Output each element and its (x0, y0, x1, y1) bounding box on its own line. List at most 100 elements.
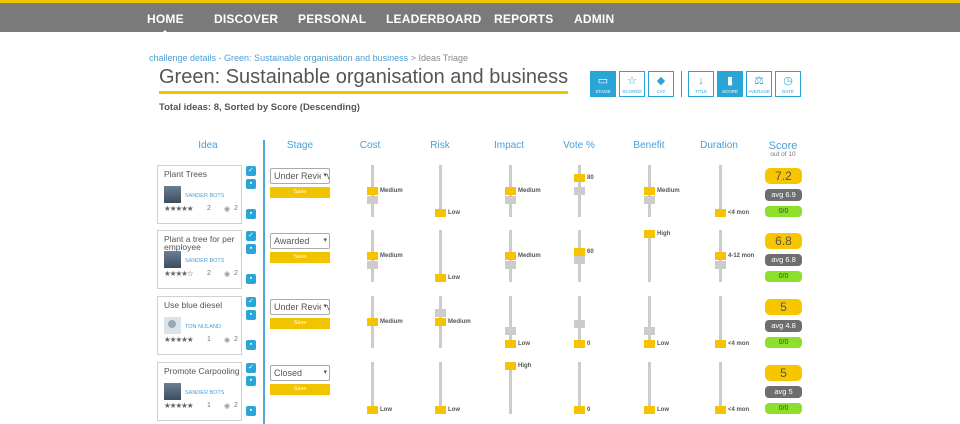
impact-average-marker (505, 260, 516, 269)
vote-slider-handle[interactable] (574, 247, 585, 256)
nav-discover[interactable]: DISCOVER (214, 12, 278, 26)
impact-value-label: Medium (518, 253, 541, 259)
sort-score-button[interactable]: ▮ SCORE (717, 71, 743, 97)
cost-slider-handle[interactable] (367, 318, 378, 326)
save-stage-button[interactable]: Save (270, 318, 330, 329)
risk-slider-handle[interactable] (435, 318, 446, 326)
sort-date-button[interactable]: ◷ DATE (775, 71, 801, 97)
nav-reports[interactable]: REPORTS (494, 12, 553, 26)
risk-value-label: Low (448, 275, 460, 281)
risk-slider-handle[interactable] (435, 209, 446, 217)
sort-stage-button[interactable]: ▭ STAGE (590, 71, 616, 97)
impact-slider-handle[interactable] (505, 340, 516, 348)
cost-average-marker (367, 260, 378, 269)
impact-slider-handle[interactable] (505, 362, 516, 370)
view-count: 2 (234, 205, 238, 212)
stage-select[interactable]: Under Review ▾ (270, 299, 330, 315)
benefit-slider-handle[interactable] (644, 340, 655, 348)
rating-count: 2 (207, 270, 211, 277)
benefit-slider-handle[interactable] (644, 187, 655, 195)
sort-title-button[interactable]: ↓ TITLE (688, 71, 714, 97)
save-stage-button[interactable]: Save (270, 384, 330, 395)
select-checkbox-icon[interactable]: ✓ (246, 363, 256, 373)
rating-count: 1 (207, 336, 211, 343)
comment-icon[interactable]: ▪ (246, 376, 256, 386)
select-checkbox-icon[interactable]: ✓ (246, 297, 256, 307)
benefit-value-label: Medium (657, 188, 680, 194)
stage-select[interactable]: Closed ▾ (270, 365, 330, 381)
star-rating: ★★★★★ (164, 401, 194, 410)
chat-icon[interactable]: ▪ (246, 209, 256, 219)
stage-select[interactable]: Under Review ▾ (270, 168, 330, 184)
chat-icon[interactable]: ▪ (246, 406, 256, 416)
idea-card[interactable]: Use blue diesel TON NIJLAND ★★★★★ 1 ◉ 2 (157, 296, 242, 355)
author-name[interactable]: TON NIJLAND (185, 324, 221, 330)
save-stage-button[interactable]: Save (270, 187, 330, 198)
col-header-cost: Cost (359, 140, 381, 151)
avatar (164, 317, 181, 334)
vote-average-marker (574, 320, 585, 329)
eye-icon: ◉ (224, 403, 231, 410)
duration-average-marker (715, 260, 726, 269)
sort-cat-button[interactable]: ◆ CAT (648, 71, 674, 97)
sort-average-button[interactable]: ⚖ AVERAGE (746, 71, 772, 97)
select-checkbox-icon[interactable]: ✓ (246, 231, 256, 241)
cost-slider-handle[interactable] (367, 406, 378, 414)
cost-average-marker (367, 195, 378, 204)
nav-personal[interactable]: PERSONAL (298, 12, 366, 26)
nav-home[interactable]: HOME (147, 12, 184, 37)
star-rating: ★★★★★ (164, 204, 194, 213)
risk-slider-handle[interactable] (435, 406, 446, 414)
risk-slider-handle[interactable] (435, 274, 446, 282)
vote-slider-handle[interactable] (574, 406, 585, 414)
impact-slider-handle[interactable] (505, 252, 516, 260)
avatar (164, 186, 181, 203)
cost-slider-handle[interactable] (367, 252, 378, 260)
sort-scored-button[interactable]: ☆ SCORED (619, 71, 645, 97)
breadcrumb-challenge-link[interactable]: challenge details - Green: Sustainable o… (149, 53, 408, 63)
stage-value: Awarded (274, 236, 310, 246)
nav-admin[interactable]: ADMIN (574, 12, 614, 26)
save-stage-button[interactable]: Save (270, 252, 330, 263)
idea-title[interactable]: Plant Trees (164, 170, 240, 179)
cost-value-label: Medium (380, 319, 403, 325)
duration-slider-handle[interactable] (715, 340, 726, 348)
vote-count-badge: 0/0 (765, 206, 802, 217)
benefit-slider-handle[interactable] (644, 230, 655, 238)
duration-slider-handle[interactable] (715, 252, 726, 260)
stage-select[interactable]: Awarded ▾ (270, 233, 330, 249)
vote-value-label: 80 (587, 174, 594, 181)
cost-slider-handle[interactable] (367, 187, 378, 195)
author-name[interactable]: SANDER BOTS (185, 193, 224, 199)
comment-icon[interactable]: ▪ (246, 244, 256, 254)
author-name[interactable]: SANDER BOTS (185, 390, 224, 396)
benefit-slider-handle[interactable] (644, 406, 655, 414)
column-divider (263, 140, 265, 424)
duration-slider-handle[interactable] (715, 209, 726, 217)
toolbar-separator (681, 71, 682, 97)
vote-slider-handle[interactable] (574, 340, 585, 348)
idea-title[interactable]: Promote Carpooling (164, 367, 240, 376)
chat-icon[interactable]: ▪ (246, 274, 256, 284)
idea-card[interactable]: Plant Trees SANDER BOTS ★★★★★ 2 ◉ 2 (157, 165, 242, 224)
benefit-value-label: Low (657, 407, 669, 413)
impact-slider-handle[interactable] (505, 187, 516, 195)
author-name[interactable]: SANDER BOTS (185, 258, 224, 264)
chat-icon[interactable]: ▪ (246, 340, 256, 350)
idea-title[interactable]: Use blue diesel (164, 301, 240, 310)
vote-slider-handle[interactable] (574, 173, 585, 182)
nav-leaderboard[interactable]: LEADERBOARD (386, 12, 482, 26)
impact-average-marker (505, 326, 516, 335)
select-checkbox-icon[interactable]: ✓ (246, 166, 256, 176)
sort-cat-label: CAT (656, 89, 666, 94)
rating-count: 1 (207, 402, 211, 409)
scales-icon: ⚖ (754, 75, 764, 87)
idea-card[interactable]: Promote Carpooling SANDER BOTS ★★★★★ 1 ◉ 2 (157, 362, 242, 421)
sort-date-label: DATE (782, 89, 794, 94)
comment-icon[interactable]: ▪ (246, 179, 256, 189)
idea-title[interactable]: Plant a tree for per employee (164, 235, 240, 252)
impact-value-label: Low (518, 341, 530, 347)
comment-icon[interactable]: ▪ (246, 310, 256, 320)
duration-slider-handle[interactable] (715, 406, 726, 414)
idea-card[interactable]: Plant a tree for per employee SANDER BOTS… (157, 230, 242, 289)
